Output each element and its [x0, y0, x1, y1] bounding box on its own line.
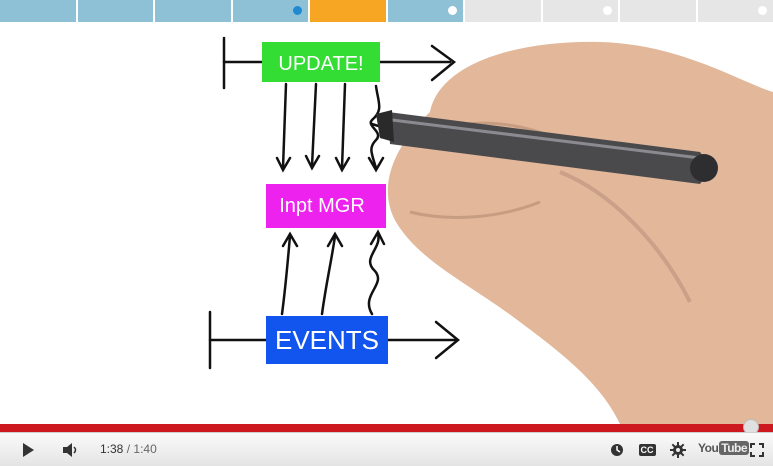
- input-manager-box-label: Inpt MGR: [279, 195, 365, 217]
- lesson-segment-9[interactable]: [620, 0, 696, 22]
- play-button[interactable]: [14, 433, 42, 466]
- update-box-label: UPDATE!: [278, 53, 363, 75]
- segment-status-dot: [293, 6, 302, 15]
- up-arrows: [282, 232, 384, 314]
- lesson-progress-nav: [0, 0, 773, 22]
- lesson-segment-2[interactable]: [78, 0, 154, 22]
- segment-status-dot: [603, 6, 612, 15]
- watch-later-icon: [610, 443, 624, 457]
- youtube-logo-tube: Tube: [719, 441, 749, 455]
- youtube-logo-you: You: [698, 441, 718, 455]
- lesson-segment-4[interactable]: [233, 0, 309, 22]
- lesson-segment-6[interactable]: [388, 0, 464, 22]
- captions-button[interactable]: CC: [636, 433, 658, 466]
- player-controls: 1:38 / 1:40 CC YouTube: [0, 432, 773, 466]
- lesson-segment-10[interactable]: [698, 0, 773, 22]
- duration: 1:40: [133, 442, 156, 456]
- volume-button[interactable]: [56, 433, 84, 466]
- hand-with-pen: [376, 42, 773, 424]
- video-progress-bar[interactable]: [0, 424, 773, 432]
- time-display: 1:38 / 1:40: [100, 433, 157, 466]
- play-icon: [20, 442, 36, 458]
- current-time: 1:38: [100, 442, 123, 456]
- whiteboard-drawing: UPDATE! Inpt MGR EVENTS: [0, 22, 773, 424]
- watch-later-button[interactable]: [606, 433, 628, 466]
- segment-status-dot: [448, 6, 457, 15]
- settings-button[interactable]: [666, 433, 690, 466]
- lesson-segment-3[interactable]: [155, 0, 231, 22]
- settings-icon: [670, 442, 686, 458]
- time-separator: /: [127, 442, 130, 456]
- lesson-segment-7[interactable]: [465, 0, 541, 22]
- segment-status-dot: [758, 6, 767, 15]
- captions-icon: CC: [639, 444, 656, 456]
- lesson-segment-1[interactable]: [0, 0, 76, 22]
- events-box-label: EVENTS: [275, 325, 379, 355]
- video-frame[interactable]: UPDATE! Inpt MGR EVENTS: [0, 22, 773, 424]
- lesson-segment-8[interactable]: [543, 0, 619, 22]
- volume-icon: [61, 442, 79, 458]
- fullscreen-icon: [750, 443, 764, 457]
- youtube-logo[interactable]: YouTube: [698, 441, 749, 455]
- lesson-segment-5[interactable]: [310, 0, 386, 22]
- fullscreen-button[interactable]: [746, 433, 768, 466]
